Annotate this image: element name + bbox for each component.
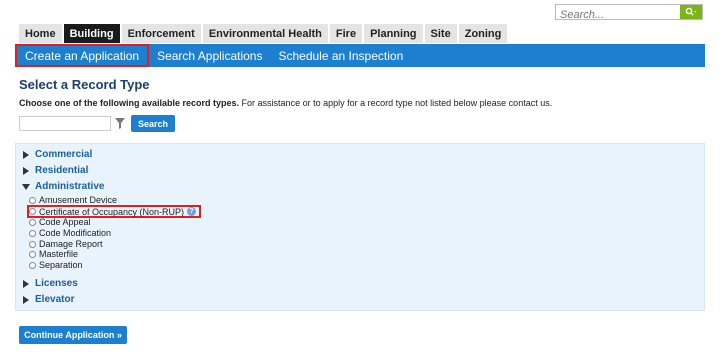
chevron-right-icon — [21, 279, 31, 289]
record-label: Separation — [39, 260, 83, 270]
group-elevator[interactable]: Elevator — [21, 294, 74, 305]
radio-button[interactable] — [29, 240, 36, 248]
filter-icon[interactable] — [115, 118, 125, 130]
record-amusement-device[interactable]: Amusement Device — [29, 195, 117, 205]
tab-site[interactable]: Site — [424, 24, 459, 43]
group-commercial[interactable]: Commercial — [21, 149, 92, 160]
chevron-right-icon — [21, 166, 31, 176]
search-icon — [685, 7, 697, 16]
record-label: Masterfile — [39, 249, 79, 259]
radio-button[interactable] — [29, 218, 36, 226]
sub-navigation: Create an Application Search Application… — [15, 44, 705, 67]
record-code-appeal[interactable]: Code Appeal — [29, 217, 91, 227]
tab-building[interactable]: Building — [63, 24, 122, 43]
create-application-link[interactable]: Create an Application — [15, 44, 150, 67]
radio-button[interactable] — [29, 261, 36, 269]
search-go-button[interactable] — [680, 5, 702, 19]
schedule-inspection-link[interactable]: Schedule an Inspection — [270, 49, 411, 63]
group-residential[interactable]: Residential — [21, 165, 88, 176]
radio-button[interactable] — [29, 208, 36, 215]
tab-fire[interactable]: Fire — [329, 24, 365, 43]
record-label: Code Modification — [39, 228, 112, 238]
main-tabs: Home Building Enforcement Environmental … — [19, 24, 510, 43]
record-separation[interactable]: Separation — [29, 260, 83, 270]
record-label: Amusement Device — [39, 195, 118, 205]
group-label: Residential — [35, 165, 89, 176]
tab-home[interactable]: Home — [19, 24, 64, 43]
tab-environmental-health[interactable]: Environmental Health — [202, 24, 330, 43]
record-type-panel: Commercial Residential Administrative Am… — [15, 143, 705, 311]
instruction-rest: For assistance or to apply for a record … — [239, 98, 553, 108]
instruction-bold: Choose one of the following available re… — [19, 98, 240, 108]
page-title: Select a Record Type — [19, 77, 150, 92]
chevron-right-icon — [21, 150, 31, 160]
radio-button[interactable] — [29, 229, 36, 237]
search-applications-link[interactable]: Search Applications — [149, 49, 270, 63]
tab-zoning[interactable]: Zoning — [458, 24, 510, 43]
global-search-input[interactable] — [556, 8, 678, 22]
record-masterfile[interactable]: Masterfile — [29, 249, 78, 259]
record-code-modification[interactable]: Code Modification — [29, 228, 111, 238]
group-label: Elevator — [35, 294, 75, 305]
radio-button[interactable] — [29, 196, 36, 204]
group-licenses[interactable]: Licenses — [21, 278, 78, 289]
group-administrative[interactable]: Administrative — [21, 181, 104, 192]
group-label: Administrative — [35, 181, 105, 192]
record-label: Damage Report — [39, 239, 103, 249]
tab-planning[interactable]: Planning — [364, 24, 425, 43]
record-damage-report[interactable]: Damage Report — [29, 239, 103, 249]
record-type-filter: Search — [19, 115, 175, 132]
chevron-down-icon — [21, 182, 31, 192]
record-label: Code Appeal — [39, 217, 91, 227]
instruction-text: Choose one of the following available re… — [19, 98, 552, 108]
radio-button[interactable] — [29, 250, 36, 258]
chevron-right-icon — [21, 295, 31, 305]
record-type-search-input[interactable] — [19, 116, 111, 131]
global-search — [555, 4, 703, 22]
group-label: Commercial — [35, 149, 93, 160]
search-button[interactable]: Search — [131, 115, 175, 132]
help-icon[interactable]: ? — [187, 207, 197, 216]
record-label: Certificate of Occupancy (Non-RUP) — [39, 206, 185, 217]
continue-application-button[interactable]: Continue Application » — [19, 326, 127, 344]
tab-enforcement[interactable]: Enforcement — [121, 24, 203, 43]
group-label: Licenses — [35, 278, 78, 289]
